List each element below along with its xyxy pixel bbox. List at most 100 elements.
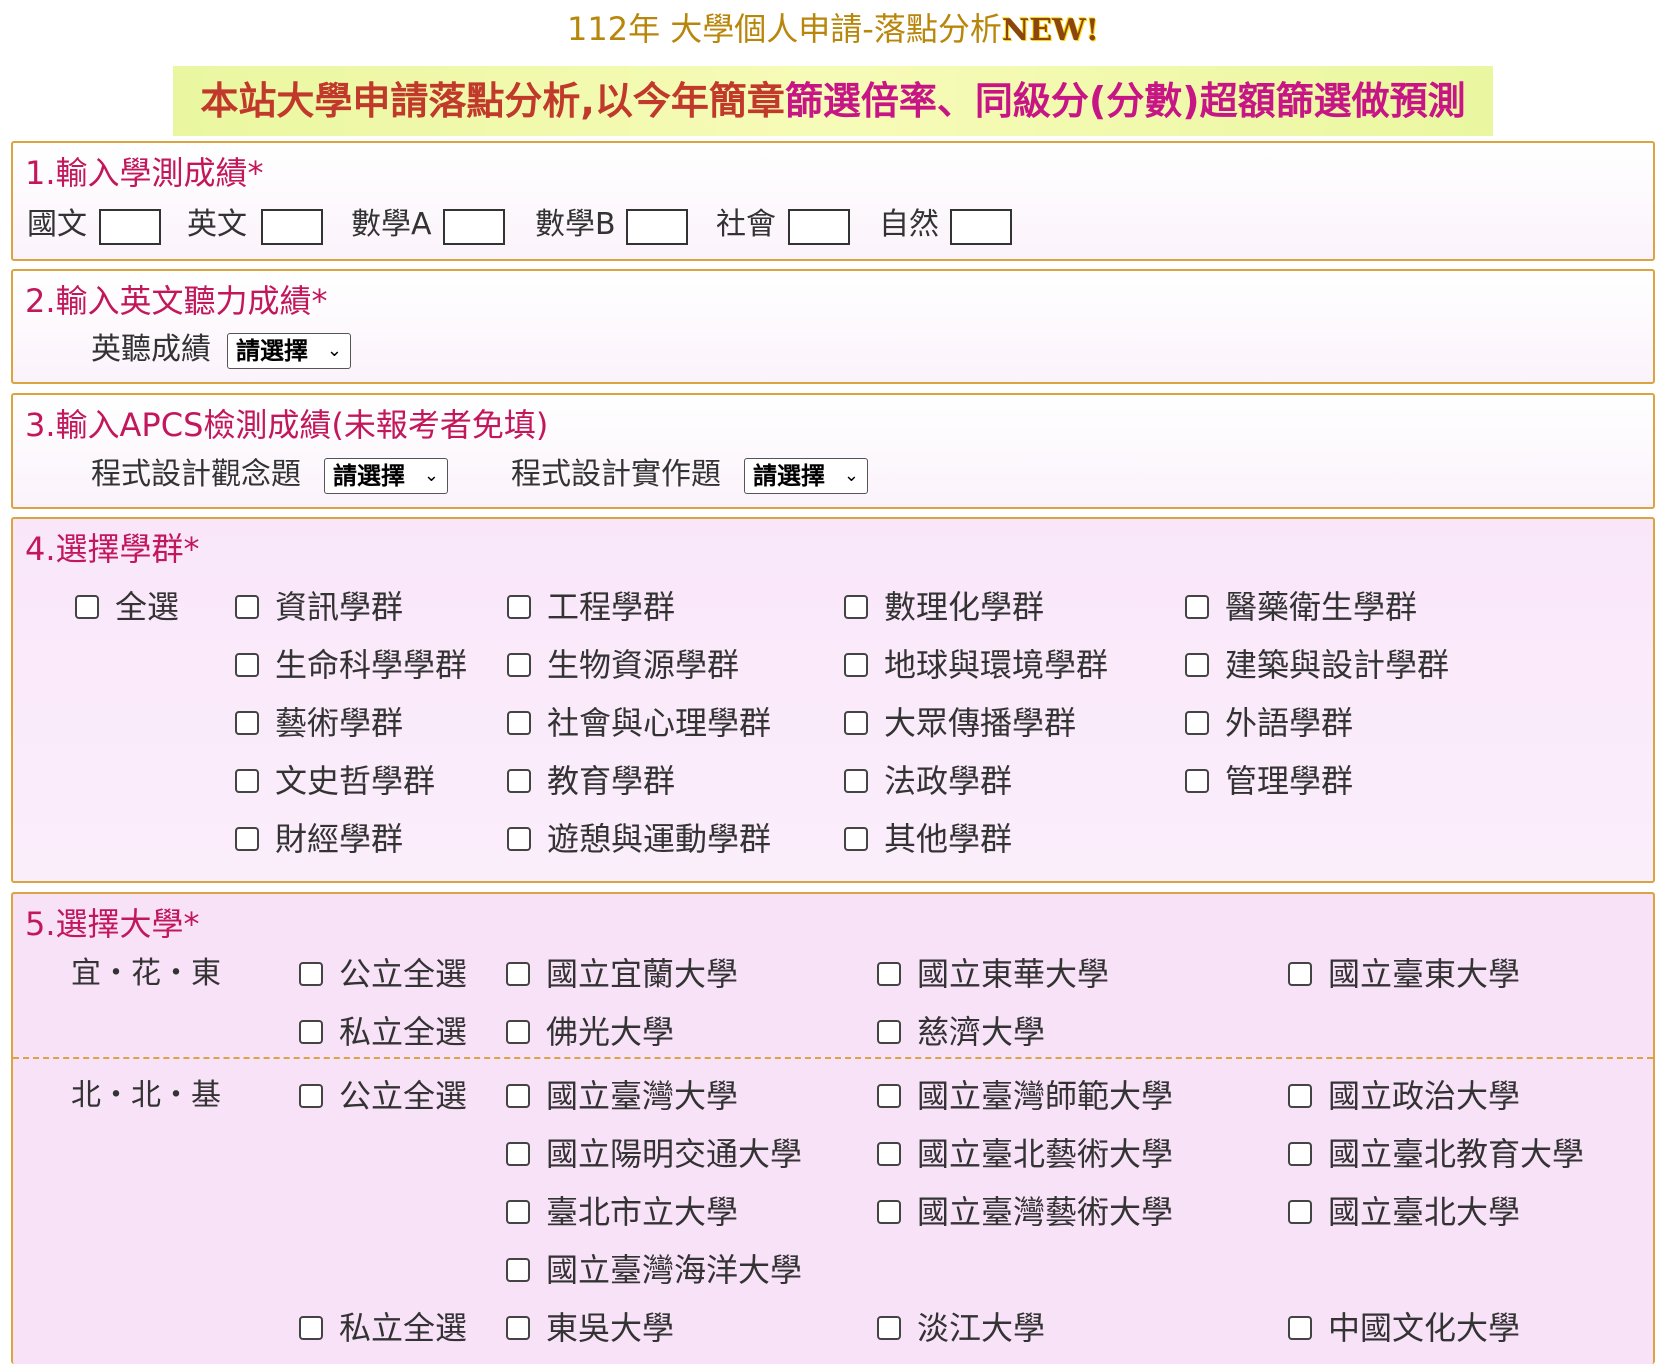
select-all-groups-checkbox[interactable] — [75, 595, 99, 619]
subject-label-social: 社會 — [716, 207, 776, 242]
private-select-all-checkbox[interactable] — [299, 1316, 323, 1340]
private-select-all-label: 私立全選 — [339, 1013, 468, 1051]
university-label: 中國文化大學 — [1328, 1309, 1521, 1347]
public-select-all-checkbox[interactable] — [299, 962, 323, 986]
banner-text-part2: 篩選倍率、同級分(分數)超額篩選做預測 — [784, 79, 1466, 123]
page-title: 112年 大學個人申請-落點分析NEW! — [0, 4, 1666, 54]
university-checkbox[interactable] — [506, 1084, 530, 1108]
university-label: 國立臺北大學 — [1328, 1193, 1521, 1231]
group-checkbox[interactable] — [235, 711, 259, 735]
university-label: 國立臺灣藝術大學 — [917, 1193, 1174, 1231]
group-label: 生物資源學群 — [547, 646, 740, 684]
university-label: 國立臺灣海洋大學 — [546, 1251, 803, 1289]
region-divider — [13, 1057, 1653, 1059]
group-checkbox[interactable] — [1185, 653, 1209, 677]
apcs-practice-select[interactable]: 請選擇 ⌄ — [744, 458, 868, 494]
group-checkbox[interactable] — [235, 653, 259, 677]
group-checkbox[interactable] — [844, 769, 868, 793]
public-select-all-label: 公立全選 — [339, 1077, 468, 1115]
section-title: 1.輸入學測成績* — [25, 154, 264, 192]
group-checkbox[interactable] — [507, 769, 531, 793]
group-checkbox[interactable] — [844, 595, 868, 619]
region-label: 宜・花・東 — [71, 956, 221, 991]
university-label: 國立臺灣師範大學 — [917, 1077, 1174, 1115]
group-label: 教育學群 — [547, 762, 676, 800]
group-checkbox[interactable] — [1185, 595, 1209, 619]
score-input-math-a[interactable] — [443, 209, 505, 245]
group-label: 藝術學群 — [275, 704, 404, 742]
group-checkbox[interactable] — [1185, 769, 1209, 793]
university-checkbox[interactable] — [1288, 962, 1312, 986]
university-checkbox[interactable] — [506, 1258, 530, 1282]
apcs-concept-select-value: 請選擇 — [333, 462, 405, 490]
apcs-concept-select[interactable]: 請選擇 ⌄ — [324, 458, 448, 494]
university-checkbox[interactable] — [506, 1316, 530, 1340]
score-input-math-b[interactable] — [626, 209, 688, 245]
score-input-social[interactable] — [788, 209, 850, 245]
university-checkbox[interactable] — [506, 1142, 530, 1166]
group-label: 法政學群 — [884, 762, 1013, 800]
university-label: 臺北市立大學 — [546, 1193, 739, 1231]
group-checkbox[interactable] — [235, 595, 259, 619]
university-checkbox[interactable] — [877, 1084, 901, 1108]
group-checkbox[interactable] — [507, 595, 531, 619]
university-checkbox[interactable] — [1288, 1142, 1312, 1166]
university-checkbox[interactable] — [506, 962, 530, 986]
section-gsat-scores: 1.輸入學測成績* 國文 英文 數學A 數學B 社會 自然 — [11, 141, 1655, 261]
university-label: 國立陽明交通大學 — [546, 1135, 803, 1173]
private-select-all-label: 私立全選 — [339, 1309, 468, 1347]
group-label: 其他學群 — [884, 820, 1013, 858]
group-label: 管理學群 — [1225, 762, 1354, 800]
university-checkbox[interactable] — [1288, 1316, 1312, 1340]
university-checkbox[interactable] — [877, 1020, 901, 1044]
chevron-down-icon: ⌄ — [423, 465, 439, 486]
score-input-science[interactable] — [950, 209, 1012, 245]
group-checkbox[interactable] — [844, 711, 868, 735]
section-universities: 5.選擇大學* 宜・花・東 公立全選 國立宜蘭大學 國立東華大學 國立臺東大學 … — [11, 892, 1655, 1364]
university-checkbox[interactable] — [506, 1020, 530, 1044]
university-checkbox[interactable] — [1288, 1200, 1312, 1224]
group-checkbox[interactable] — [235, 769, 259, 793]
university-checkbox[interactable] — [877, 1316, 901, 1340]
group-label: 大眾傳播學群 — [884, 704, 1077, 742]
group-label: 遊憩與運動學群 — [547, 820, 772, 858]
subject-label-science: 自然 — [879, 207, 939, 242]
group-checkbox[interactable] — [507, 653, 531, 677]
subject-label-math-a: 數學A — [351, 207, 432, 242]
private-select-all-checkbox[interactable] — [299, 1020, 323, 1044]
university-label: 佛光大學 — [546, 1013, 675, 1051]
select-all-groups-label: 全選 — [115, 588, 180, 626]
chevron-down-icon: ⌄ — [326, 340, 342, 361]
apcs-practice-select-value: 請選擇 — [753, 462, 825, 490]
university-label: 國立臺東大學 — [1328, 955, 1521, 993]
group-checkbox[interactable] — [844, 653, 868, 677]
group-label: 生命科學學群 — [275, 646, 468, 684]
group-checkbox[interactable] — [507, 827, 531, 851]
info-banner: 本站大學申請落點分析,以今年簡章篩選倍率、同級分(分數)超額篩選做預測 — [173, 66, 1493, 136]
group-checkbox[interactable] — [507, 711, 531, 735]
group-label: 財經學群 — [275, 820, 404, 858]
listening-label: 英聽成績 — [91, 332, 211, 367]
group-label: 外語學群 — [1225, 704, 1354, 742]
university-checkbox[interactable] — [877, 1200, 901, 1224]
chevron-down-icon: ⌄ — [843, 465, 859, 486]
university-checkbox[interactable] — [1288, 1084, 1312, 1108]
score-input-chinese[interactable] — [99, 209, 161, 245]
score-input-english[interactable] — [261, 209, 323, 245]
subject-label-chinese: 國文 — [27, 207, 87, 242]
university-checkbox[interactable] — [877, 962, 901, 986]
listening-select[interactable]: 請選擇 ⌄ — [227, 333, 351, 369]
university-label: 國立政治大學 — [1328, 1077, 1521, 1115]
group-checkbox[interactable] — [844, 827, 868, 851]
public-select-all-checkbox[interactable] — [299, 1084, 323, 1108]
university-checkbox[interactable] — [506, 1200, 530, 1224]
group-checkbox[interactable] — [1185, 711, 1209, 735]
listening-select-value: 請選擇 — [236, 337, 308, 365]
group-label: 社會與心理學群 — [547, 704, 772, 742]
university-label: 慈濟大學 — [917, 1013, 1046, 1051]
university-label: 國立臺北教育大學 — [1328, 1135, 1585, 1173]
university-checkbox[interactable] — [877, 1142, 901, 1166]
group-checkbox[interactable] — [235, 827, 259, 851]
public-select-all-label: 公立全選 — [339, 955, 468, 993]
university-label: 國立臺北藝術大學 — [917, 1135, 1174, 1173]
